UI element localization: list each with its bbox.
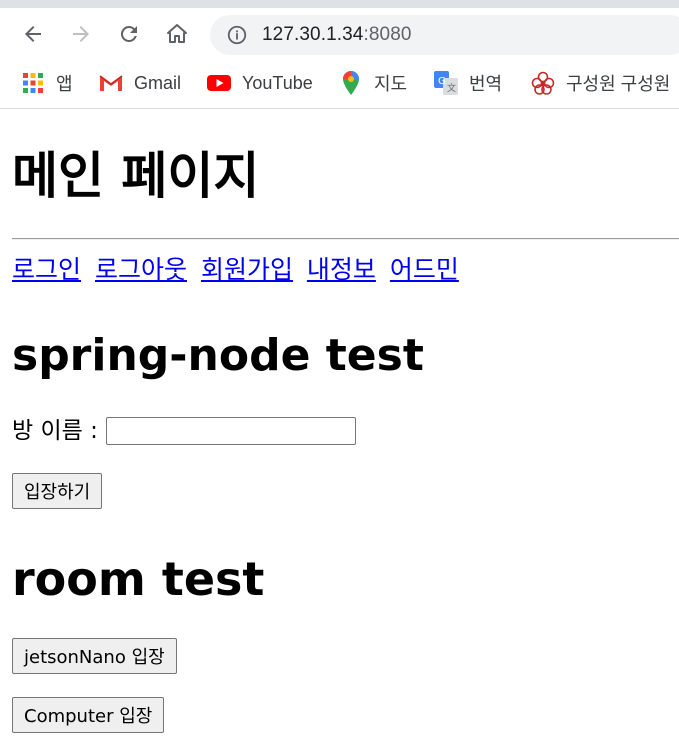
home-button[interactable] bbox=[161, 18, 193, 50]
home-icon bbox=[167, 24, 187, 43]
arrow-left-icon bbox=[25, 26, 41, 42]
admin-link[interactable]: 어드민 bbox=[390, 255, 459, 284]
bookmark-label: Gmail bbox=[134, 72, 182, 93]
address-bar[interactable]: 127.30.1.34:8080 bbox=[210, 15, 679, 55]
bookmark-gmail[interactable]: Gmail bbox=[98, 70, 181, 96]
bookmark-maps[interactable]: 지도 bbox=[338, 70, 407, 96]
computer-enter-button[interactable]: Computer 입장 bbox=[12, 697, 165, 733]
my-info-link[interactable]: 내정보 bbox=[307, 255, 376, 284]
browser-toolbar: 127.30.1.34:8080 bbox=[0, 8, 679, 60]
bookmarks-bar: 앱 Gmail YouTube 지도 G文 번역 구성원 구성원 bbox=[0, 60, 679, 109]
bookmark-label: 구성원 구성원 bbox=[566, 74, 671, 94]
svg-text:G: G bbox=[438, 76, 446, 87]
reload-icon bbox=[120, 25, 137, 42]
bookmark-label: 앱 bbox=[56, 74, 73, 94]
room-name-input[interactable] bbox=[105, 417, 356, 445]
info-icon[interactable] bbox=[226, 24, 248, 46]
signup-link[interactable]: 회원가입 bbox=[201, 255, 293, 284]
login-link[interactable]: 로그인 bbox=[12, 255, 81, 284]
jetson-nano-enter-button[interactable]: jetsonNano 입장 bbox=[12, 638, 177, 674]
bookmark-label: 번역 bbox=[469, 74, 503, 94]
room-name-row: 방 이름 : bbox=[12, 414, 356, 448]
apps-grid-icon bbox=[20, 70, 46, 96]
bookmark-translate[interactable]: G文 번역 bbox=[433, 70, 502, 96]
url-host: 127.30.1.34 bbox=[262, 24, 364, 45]
bookmark-youtube[interactable]: YouTube bbox=[206, 70, 313, 96]
back-button[interactable] bbox=[17, 18, 49, 50]
enter-room-button[interactable]: 입장하기 bbox=[12, 473, 103, 509]
svg-text:文: 文 bbox=[447, 82, 456, 94]
room-test-heading: room test bbox=[12, 552, 265, 606]
reload-button[interactable] bbox=[113, 18, 145, 50]
org-logo-icon bbox=[530, 70, 556, 96]
maps-pin-icon bbox=[338, 70, 364, 96]
gmail-icon bbox=[98, 70, 124, 96]
bookmark-label: 지도 bbox=[374, 74, 408, 94]
page-title: 메인 페이지 bbox=[12, 147, 260, 205]
room-name-label: 방 이름 : bbox=[12, 418, 98, 444]
translate-icon: G文 bbox=[433, 70, 459, 96]
arrow-right-icon bbox=[73, 26, 89, 42]
bookmark-org[interactable]: 구성원 구성원 bbox=[530, 70, 670, 96]
url-text: 127.30.1.34:8080 bbox=[262, 24, 412, 46]
spring-node-heading: spring-node test bbox=[12, 330, 424, 381]
divider bbox=[12, 238, 679, 240]
url-port: :8080 bbox=[363, 24, 412, 45]
forward-button[interactable] bbox=[65, 18, 97, 50]
youtube-icon bbox=[206, 70, 232, 96]
nav-links: 로그인 로그아웃 회원가입 내정보 어드민 bbox=[12, 253, 465, 287]
tab-strip bbox=[0, 0, 679, 8]
logout-link[interactable]: 로그아웃 bbox=[95, 255, 187, 284]
bookmark-apps[interactable]: 앱 bbox=[20, 70, 73, 96]
bookmark-label: YouTube bbox=[242, 72, 313, 93]
